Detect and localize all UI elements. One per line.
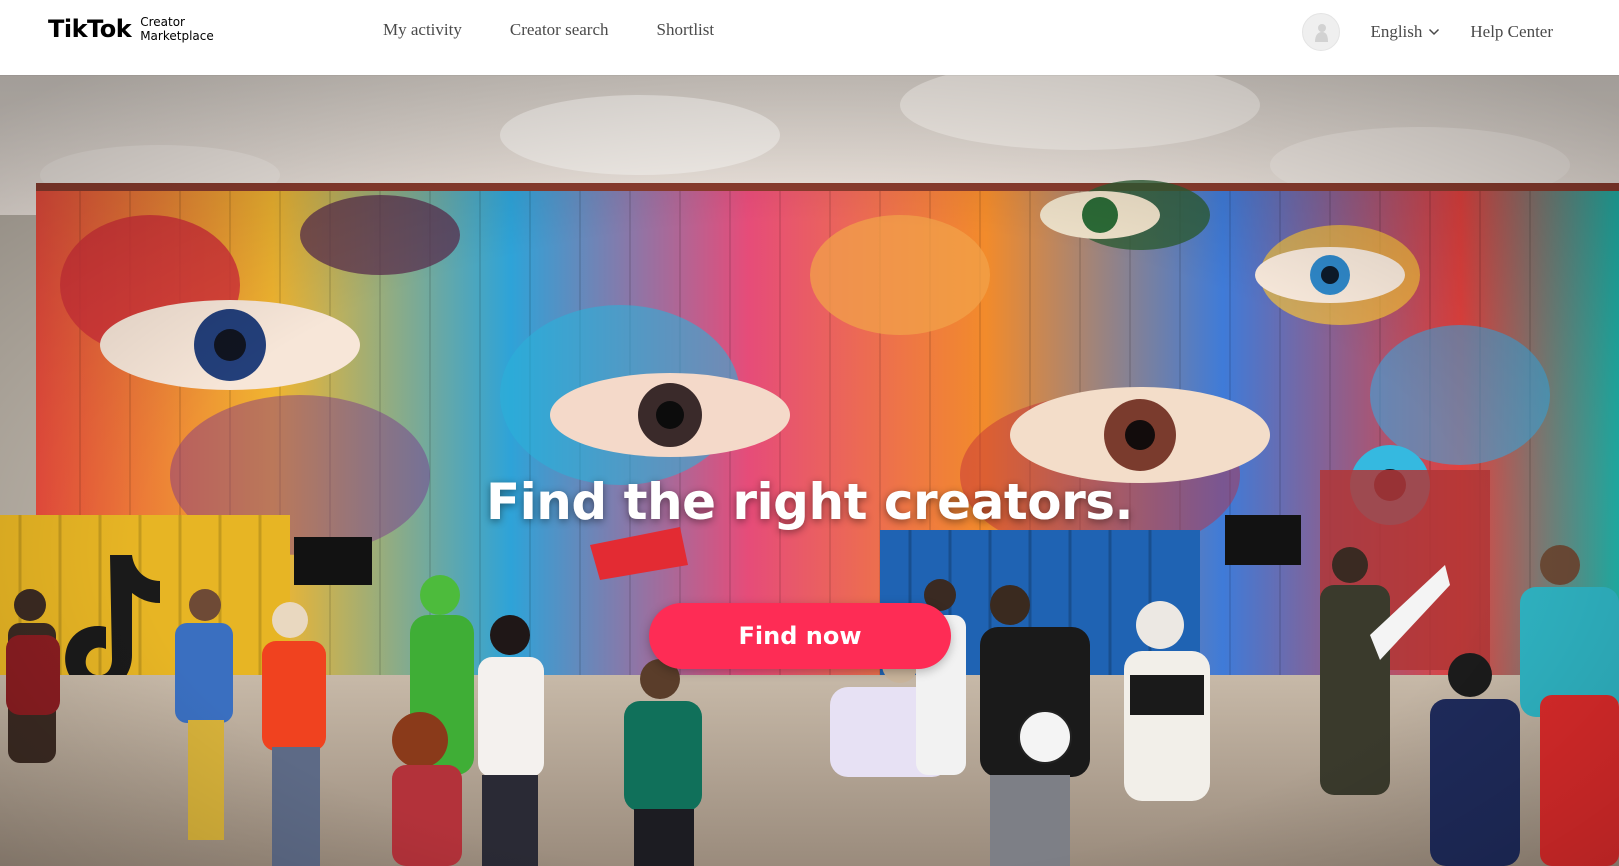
find-now-button[interactable]: Find now	[649, 603, 951, 669]
help-center-link[interactable]: Help Center	[1470, 22, 1553, 42]
language-selector[interactable]: English	[1370, 22, 1440, 42]
logo-wordmark: TikTok	[48, 15, 132, 43]
main-nav: My activity Creator search Shortlist	[383, 20, 714, 44]
nav-shortlist[interactable]: Shortlist	[657, 20, 715, 44]
language-label: English	[1370, 22, 1423, 41]
nav-creator-search[interactable]: Creator search	[510, 20, 609, 44]
avatar[interactable]	[1302, 13, 1341, 51]
logo-subtitle-line1: Creator	[140, 15, 185, 29]
hero-title: Find the right creators.	[485, 473, 1134, 531]
user-silhouette-icon	[1315, 24, 1329, 42]
header-right-group: English Help Center	[1302, 12, 1553, 52]
logo-subtitle-line2: Marketplace	[140, 29, 214, 43]
nav-my-activity[interactable]: My activity	[383, 20, 462, 44]
hero-banner: Find the right creators. Find now	[0, 75, 1619, 866]
logo-subtitle: Creator Marketplace	[140, 15, 214, 43]
tiktok-creator-marketplace-logo[interactable]: TikTok Creator Marketplace	[48, 12, 214, 46]
hero-background-image	[0, 75, 1619, 866]
chevron-down-icon	[1429, 28, 1440, 36]
page: TikTok Creator Marketplace My activity C…	[0, 0, 1619, 866]
top-navigation-bar: TikTok Creator Marketplace My activity C…	[0, 0, 1619, 75]
